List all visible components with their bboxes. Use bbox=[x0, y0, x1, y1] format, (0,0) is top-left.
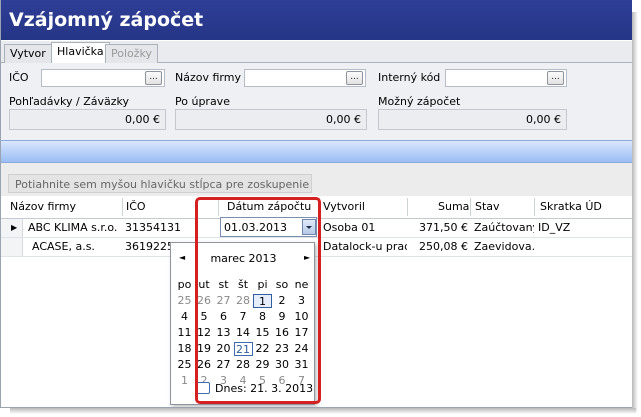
row-1-status[interactable]: Zaúčtovaný bbox=[474, 218, 534, 236]
column-separator[interactable] bbox=[470, 198, 471, 216]
possible-offset-value: 0,00 € bbox=[378, 109, 567, 130]
column-header-code[interactable]: Skratka ÚD bbox=[540, 200, 602, 217]
column-separator[interactable] bbox=[122, 198, 123, 216]
tab-polozky[interactable]: Položky bbox=[105, 44, 159, 63]
tab-strip: Vytvor Hlavička Položky bbox=[1, 41, 632, 64]
row-1-name[interactable]: ABC KLIMA s.r.o. bbox=[28, 218, 120, 236]
row-1-code[interactable]: ID_VZ bbox=[538, 218, 628, 236]
calendar-day[interactable]: 4 bbox=[175, 310, 194, 324]
highlight-frame bbox=[195, 197, 321, 404]
calendar-day[interactable]: 11 bbox=[175, 326, 194, 340]
current-row-indicator-icon: ▶ bbox=[11, 223, 18, 232]
row-2-name[interactable]: ACASE, a.s. bbox=[32, 237, 120, 255]
weekday-0: po bbox=[177, 278, 192, 291]
ico-lookup-button[interactable]: ... bbox=[145, 71, 162, 85]
column-header-status[interactable]: Stav bbox=[475, 200, 500, 217]
firm-lookup-button[interactable]: ... bbox=[346, 71, 363, 85]
screenshot: Vzájomný zápočet Vytvor Hlavička Položky… bbox=[0, 0, 641, 417]
column-header-creator[interactable]: Vytvoril bbox=[323, 200, 365, 217]
window-shadow-bottom bbox=[10, 408, 636, 414]
ico-label: IČO bbox=[9, 71, 29, 84]
row-1-creator[interactable]: Osoba 01 bbox=[323, 218, 407, 236]
internal-code-lookup-button[interactable]: ... bbox=[547, 71, 564, 85]
column-separator[interactable] bbox=[407, 198, 408, 216]
calendar-day[interactable]: 18 bbox=[175, 342, 194, 356]
row-1-amount[interactable]: 371,50 € bbox=[407, 218, 468, 236]
tab-vytvor[interactable]: Vytvor bbox=[4, 44, 52, 63]
group-by-area[interactable]: Potiahnite sem myšou hlavičku stĺpca pre… bbox=[1, 163, 632, 196]
group-by-hint: Potiahnite sem myšou hlavičku stĺpca pre… bbox=[8, 174, 312, 193]
section-divider-bar bbox=[1, 140, 632, 163]
row-2-creator[interactable]: Datalock-u prac... bbox=[323, 237, 407, 255]
window-title: Vzájomný zápočet bbox=[1, 0, 632, 40]
column-separator[interactable] bbox=[534, 198, 535, 216]
possible-offset-label: Možný zápočet bbox=[378, 95, 461, 108]
header-panel: IČO ... Názov firmy ... Interný kód ... … bbox=[1, 63, 632, 140]
column-header-ico[interactable]: IČO bbox=[126, 200, 146, 217]
row-2-amount[interactable]: 250,08 € bbox=[407, 237, 468, 255]
after-adjust-value: 0,00 € bbox=[175, 109, 367, 130]
row-2-status[interactable]: Zaevidova... bbox=[474, 237, 534, 255]
column-header-amount[interactable]: Suma bbox=[438, 200, 469, 217]
after-adjust-label: Po úprave bbox=[175, 95, 230, 108]
receivables-label: Pohľadávky / Záväzky bbox=[9, 95, 130, 108]
firm-label: Názov firmy bbox=[175, 71, 241, 84]
column-header-name[interactable]: Názov firmy bbox=[10, 200, 76, 217]
window-shadow-right bbox=[632, 12, 638, 412]
calendar-day[interactable]: 1 bbox=[175, 374, 194, 388]
receivables-value: 0,00 € bbox=[9, 109, 166, 130]
main-window: Vzájomný zápočet Vytvor Hlavička Položky… bbox=[0, 0, 632, 408]
row-2-code[interactable] bbox=[538, 237, 628, 255]
calendar-day[interactable]: 25 bbox=[175, 358, 194, 372]
tab-hlavicka[interactable]: Hlavička bbox=[51, 42, 110, 64]
internal-code-label: Interný kód bbox=[378, 71, 441, 84]
calendar-day[interactable]: 25 bbox=[175, 294, 194, 308]
